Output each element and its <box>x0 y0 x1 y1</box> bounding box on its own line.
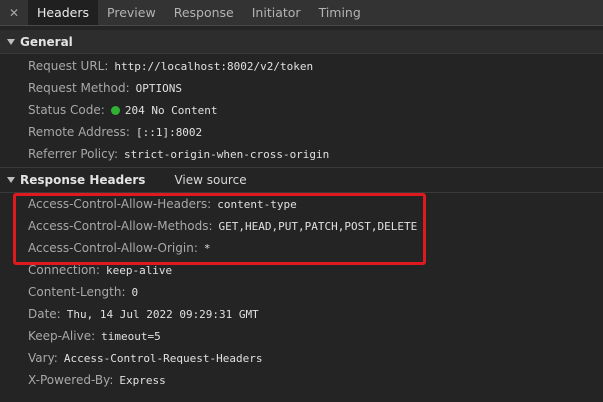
tab-response[interactable]: Response <box>165 0 243 25</box>
header-value: strict-origin-when-cross-origin <box>124 147 330 161</box>
header-value: timeout=5 <box>101 329 161 343</box>
general-row-request-method: Request Method: OPTIONS <box>0 77 603 99</box>
response-row-acah: Access-Control-Allow-Headers: content-ty… <box>0 193 603 215</box>
header-name: Access-Control-Allow-Headers: <box>28 197 212 211</box>
header-name: Access-Control-Allow-Methods: <box>28 219 213 233</box>
header-value: Access-Control-Request-Headers <box>63 351 263 365</box>
general-row-referrer-policy: Referrer Policy: strict-origin-when-cros… <box>0 143 603 165</box>
header-name: Access-Control-Allow-Origin: <box>28 241 198 255</box>
response-row-date: Date: Thu, 14 Jul 2022 09:29:31 GMT <box>0 303 603 325</box>
header-name: Connection: <box>28 263 100 277</box>
response-row-keep-alive: Keep-Alive: timeout=5 <box>0 325 603 347</box>
general-row-request-url: Request URL: http://localhost:8002/v2/to… <box>0 55 603 77</box>
general-section-header[interactable]: General <box>0 30 603 54</box>
response-row-content-length: Content-Length: 0 <box>0 281 603 303</box>
view-source-link[interactable]: View source <box>174 173 246 187</box>
header-value: Thu, 14 Jul 2022 09:29:31 GMT <box>66 307 259 321</box>
header-value: OPTIONS <box>135 81 182 95</box>
general-section-title: General <box>20 34 73 49</box>
devtools-tab-bar: ✕ Headers Preview Response Initiator Tim… <box>0 0 603 26</box>
response-row-acao: Access-Control-Allow-Origin: * <box>0 237 603 259</box>
response-row-x-powered-by: X-Powered-By: Express <box>0 369 603 391</box>
response-row-vary: Vary: Access-Control-Request-Headers <box>0 347 603 369</box>
header-name: Referrer Policy: <box>28 147 118 161</box>
triangle-down-icon <box>7 38 15 45</box>
tab-timing[interactable]: Timing <box>310 0 370 25</box>
header-name: Vary: <box>28 351 58 365</box>
header-name: Content-Length: <box>28 285 126 299</box>
header-name: Status Code: <box>28 103 105 117</box>
header-name: Remote Address: <box>28 125 130 139</box>
header-value: content-type <box>217 197 297 211</box>
header-value: http://localhost:8002/v2/token <box>114 59 314 73</box>
status-ok-icon <box>110 105 120 115</box>
header-value: 0 <box>131 285 139 299</box>
response-headers-section-header[interactable]: Response Headers View source <box>0 167 603 193</box>
header-value: Express <box>119 373 166 387</box>
general-row-remote-address: Remote Address: [::1]:8002 <box>0 121 603 143</box>
close-icon[interactable]: ✕ <box>0 0 28 25</box>
tab-headers[interactable]: Headers <box>28 0 99 25</box>
header-name: Request Method: <box>28 81 130 95</box>
tab-preview[interactable]: Preview <box>98 0 165 25</box>
header-value: [::1]:8002 <box>135 125 203 139</box>
triangle-down-icon <box>7 177 15 183</box>
header-value: GET,HEAD,PUT,PATCH,POST,DELETE <box>218 219 418 233</box>
response-header-rows: Access-Control-Allow-Headers: content-ty… <box>0 193 603 391</box>
general-row-status-code: Status Code: 204 No Content <box>0 99 603 121</box>
header-name: X-Powered-By: <box>28 373 114 387</box>
response-row-acam: Access-Control-Allow-Methods: GET,HEAD,P… <box>0 215 603 237</box>
response-row-connection: Connection: keep-alive <box>0 259 603 281</box>
general-rows: Request URL: http://localhost:8002/v2/to… <box>0 54 603 165</box>
header-name: Keep-Alive: <box>28 329 96 343</box>
header-name: Request URL: <box>28 59 109 73</box>
header-value: 204 No Content <box>124 103 218 117</box>
response-headers-title: Response Headers <box>20 173 146 187</box>
header-value: * <box>203 241 211 255</box>
tab-initiator[interactable]: Initiator <box>243 0 310 25</box>
header-name: Date: <box>28 307 61 321</box>
header-value: keep-alive <box>105 263 173 277</box>
